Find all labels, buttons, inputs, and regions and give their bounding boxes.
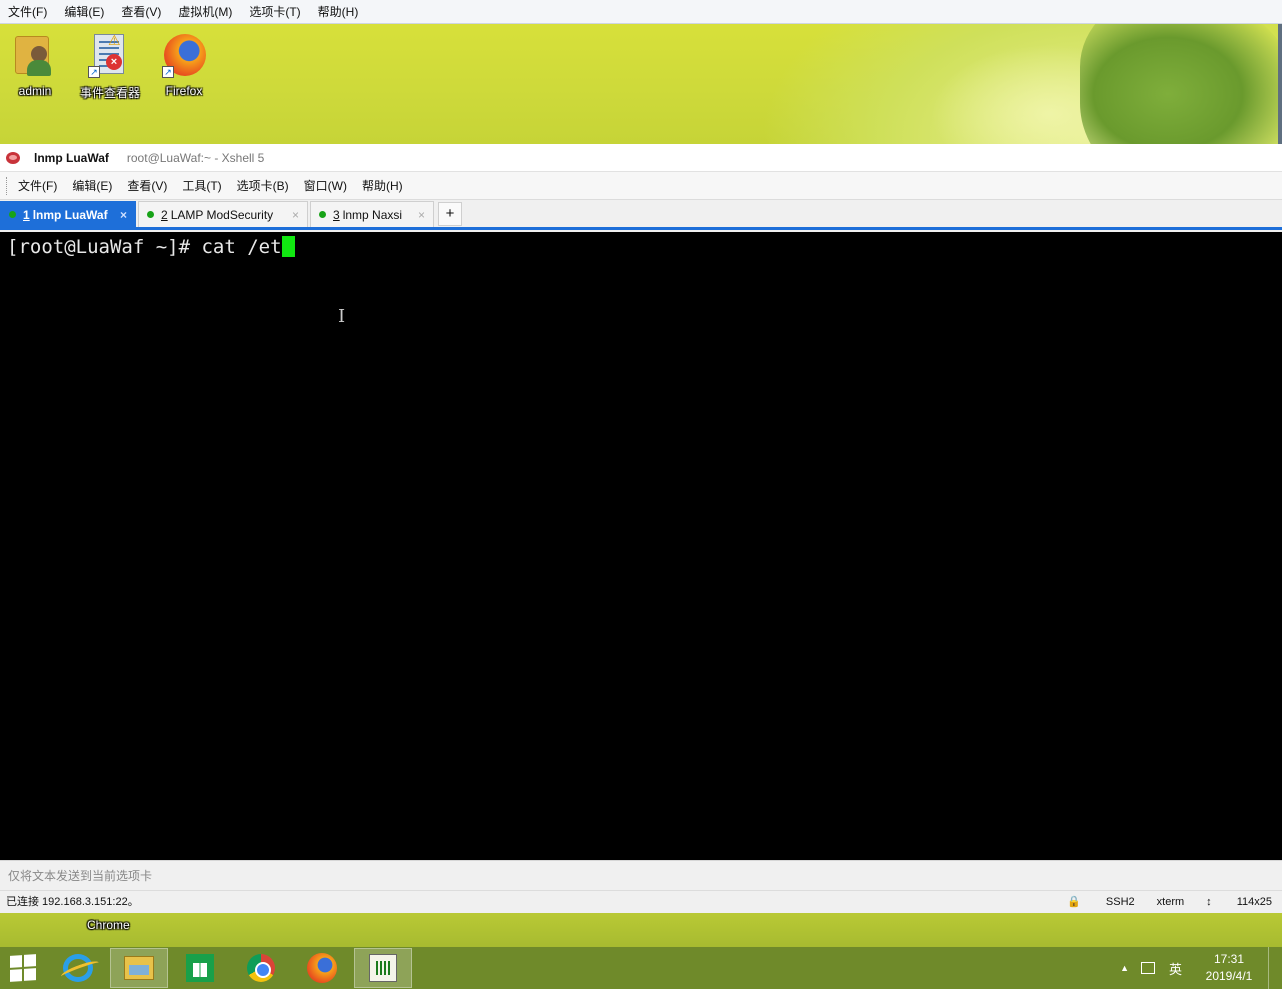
event-viewer-icon: ⚠ × ↗ — [88, 32, 132, 80]
window-title: lnmp LuaWaf — [34, 150, 109, 165]
tab-close-icon[interactable]: × — [280, 208, 299, 222]
terminal-size: ↕ 114x25 — [1206, 896, 1272, 908]
host-menu-help[interactable]: 帮助(H) — [318, 3, 359, 20]
store-icon — [186, 954, 214, 982]
menu-edit[interactable]: 编辑(E) — [72, 177, 112, 194]
network-icon[interactable] — [1140, 962, 1155, 974]
menubar-grip[interactable] — [6, 176, 8, 195]
terminal-size-label: 114x25 — [1236, 896, 1272, 908]
taskbar-store[interactable] — [171, 948, 229, 988]
xshell-logo-icon — [6, 151, 20, 164]
taskbar-notepad-app[interactable] — [354, 948, 412, 988]
menu-window[interactable]: 窗口(W) — [304, 177, 347, 194]
start-button[interactable] — [0, 948, 46, 988]
input-method-indicator[interactable]: 英 — [1169, 959, 1182, 978]
host-menu-edit[interactable]: 编辑(E) — [64, 3, 104, 20]
desktop-icon-event-viewer[interactable]: ⚠ × ↗ 事件查看器 — [75, 32, 145, 101]
window-subtitle: root@LuaWaf:~ - Xshell 5 — [126, 150, 265, 165]
tab-lamp-modsecurity[interactable]: 2 LAMP ModSecurity × — [138, 201, 308, 227]
system-tray: ▲ 英 17:31 2019/4/1 — [1120, 947, 1272, 989]
add-tab-button[interactable]: + — [438, 202, 462, 226]
windows-logo-icon — [10, 954, 36, 982]
clock[interactable]: 17:31 2019/4/1 — [1200, 951, 1258, 985]
menu-file[interactable]: 文件(F) — [18, 177, 57, 194]
tab-label: LAMP ModSecurity — [170, 207, 274, 222]
menu-tools[interactable]: 工具(T) — [182, 177, 221, 194]
clock-time: 17:31 — [1213, 952, 1245, 966]
desktop-icon-chrome-label[interactable]: Chrome — [87, 918, 130, 932]
tab-number: 1 — [23, 207, 30, 222]
menu-tabs[interactable]: 选项卡(B) — [237, 177, 289, 194]
desktop-icon-label: admin — [18, 84, 52, 98]
tab-close-icon[interactable]: × — [406, 208, 425, 222]
connected-status-icon — [319, 211, 326, 218]
terminal-cursor — [281, 236, 295, 257]
xshell-menubar: 文件(F) 编辑(E) 查看(V) 工具(T) 选项卡(B) 窗口(W) 帮助(… — [0, 172, 1282, 200]
host-menu-vm[interactable]: 虚拟机(M) — [178, 3, 232, 20]
firefox-icon: ↗ — [162, 32, 206, 80]
host-menu-view[interactable]: 查看(V) — [121, 3, 161, 20]
command-input: cat /et — [201, 236, 282, 258]
desktop-icon-admin[interactable]: admin — [0, 32, 70, 98]
status-bar: 已连接 192.168.3.151:22。 🔒 SSH2 xterm ↕ 114… — [0, 890, 1282, 913]
terminal-line: [root@LuaWaf ~]# cat /et — [7, 236, 295, 258]
connected-status-icon — [9, 211, 16, 218]
menu-view[interactable]: 查看(V) — [127, 177, 167, 194]
terminal-type: xterm — [1156, 896, 1185, 908]
clock-date: 2019/4/1 — [1205, 969, 1253, 983]
chrome-icon — [247, 954, 275, 982]
tab-lnmp-naxsi[interactable]: 3 lnmp Naxsi × — [310, 201, 434, 227]
text-cursor-icon: I — [338, 306, 346, 327]
tab-label: lnmp LuaWaf — [32, 207, 108, 222]
menu-help[interactable]: 帮助(H) — [362, 177, 403, 194]
session-tabbar: 1 lnmp LuaWaf × 2 LAMP ModSecurity × 3 l… — [0, 200, 1282, 230]
host-menu-tabs[interactable]: 选项卡(T) — [249, 3, 300, 20]
notepad-icon — [369, 954, 397, 982]
show-hidden-icons-icon[interactable]: ▲ — [1120, 963, 1129, 973]
host-menu-file[interactable]: 文件(F) — [8, 3, 47, 20]
xshell-window: lnmp LuaWaf root@LuaWaf:~ - Xshell 5 文件(… — [0, 144, 1282, 913]
desktop-lower: Chrome — [0, 913, 1282, 947]
tab-label: lnmp Naxsi — [342, 207, 403, 222]
wallpaper-leaf-dark — [1080, 24, 1282, 144]
host-menubar: 文件(F) 编辑(E) 查看(V) 虚拟机(M) 选项卡(T) 帮助(H) — [0, 0, 1282, 24]
tab-close-icon[interactable]: × — [108, 208, 127, 222]
shell-prompt: [root@LuaWaf ~]# — [7, 236, 202, 258]
tab-lnmp-luawaf[interactable]: 1 lnmp LuaWaf × — [0, 201, 136, 227]
desktop: admin ⚠ × ↗ 事件查看器 ↗ Firefox — [0, 24, 1282, 144]
taskbar-chrome[interactable] — [232, 948, 290, 988]
taskbar-file-explorer[interactable] — [110, 948, 168, 988]
terminal-area[interactable]: [root@LuaWaf ~]# cat /et I — [0, 232, 1282, 860]
desktop-icon-firefox[interactable]: ↗ Firefox — [149, 32, 219, 98]
compose-placeholder: 仅将文本发送到当前选项卡 — [8, 869, 153, 883]
file-explorer-icon — [124, 956, 154, 980]
connected-status-icon — [147, 211, 154, 218]
desktop-edge — [1278, 24, 1282, 144]
desktop-icon-label: 事件查看器 — [79, 86, 140, 100]
taskbar-internet-explorer[interactable] — [49, 948, 107, 988]
taskbar: ▲ 英 17:31 2019/4/1 — [0, 947, 1282, 989]
compose-send-bar[interactable]: 仅将文本发送到当前选项卡 — [0, 860, 1282, 890]
tab-number: 3 — [333, 207, 340, 222]
user-folder-icon — [13, 32, 57, 80]
protocol-status: 🔒 SSH2 — [1067, 896, 1135, 908]
taskbar-firefox[interactable] — [293, 948, 351, 988]
desktop-icon-label: Firefox — [165, 84, 203, 98]
connection-status: 已连接 192.168.3.151:22。 — [6, 896, 139, 908]
window-titlebar[interactable]: lnmp LuaWaf root@LuaWaf:~ - Xshell 5 — [0, 144, 1282, 172]
show-desktop-button[interactable] — [1268, 947, 1272, 989]
firefox-icon — [307, 953, 337, 983]
internet-explorer-icon — [63, 954, 93, 982]
tab-number: 2 — [161, 207, 168, 222]
protocol-label: SSH2 — [1105, 896, 1135, 908]
